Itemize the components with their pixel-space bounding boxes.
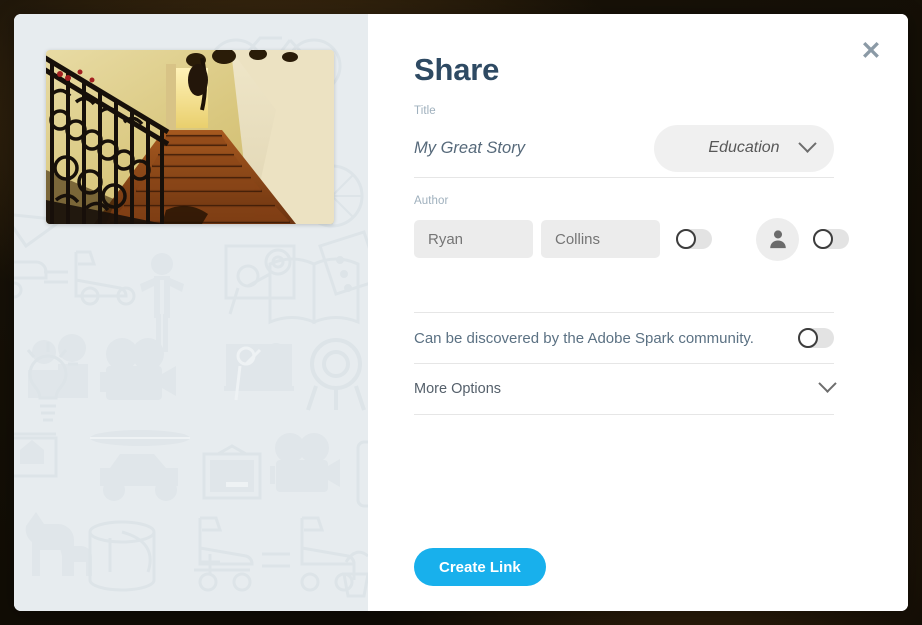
category-select[interactable]: Education (654, 124, 834, 172)
more-options-label: More Options (414, 381, 502, 397)
avatar[interactable] (756, 217, 799, 261)
more-options-divider (414, 414, 834, 415)
show-author-name-toggle[interactable] (676, 229, 712, 249)
category-select-value: Education (708, 139, 780, 156)
preview-panel (14, 14, 368, 611)
title-label: Title (414, 105, 436, 117)
chevron-down-icon (818, 374, 837, 398)
author-last-name-input[interactable] (541, 220, 660, 258)
story-thumbnail (46, 50, 334, 224)
chevron-down-icon (798, 133, 817, 158)
community-discovery-row: Can be discovered by the Adobe Spark com… (414, 313, 834, 363)
author-label: Author (414, 195, 449, 207)
form-content: Share Title Education Author (414, 14, 849, 415)
create-link-button[interactable]: Create Link (414, 548, 546, 586)
author-first-name-input[interactable] (414, 220, 533, 258)
title-row: Education (414, 119, 834, 177)
show-avatar-toggle[interactable] (813, 229, 849, 249)
author-row (414, 210, 849, 268)
community-discovery-toggle[interactable] (798, 328, 834, 348)
page-title: Share (414, 52, 500, 87)
title-input[interactable] (414, 138, 629, 158)
close-icon[interactable]: ✕ (857, 37, 885, 65)
more-options-row[interactable]: More Options (414, 364, 837, 414)
person-silhouette-icon (769, 230, 786, 249)
title-divider (414, 177, 834, 178)
share-form-panel: ✕ Share Title Education Author (368, 14, 908, 611)
share-modal: ✕ Share Title Education Author (14, 14, 908, 611)
community-discovery-label: Can be discovered by the Adobe Spark com… (414, 329, 754, 347)
